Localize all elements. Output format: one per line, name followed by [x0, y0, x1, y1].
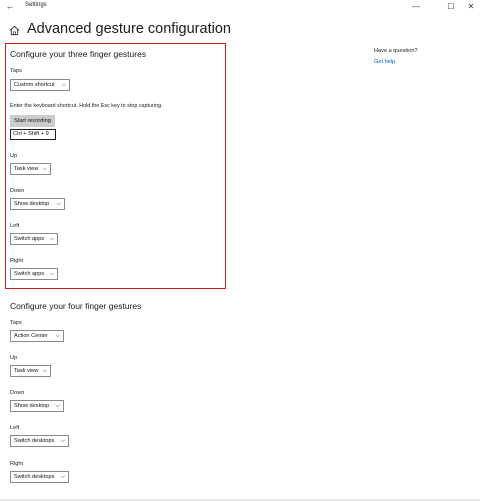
- four-finger-right-label: Right: [10, 461, 24, 467]
- chevron-down-icon: ⌵: [55, 333, 60, 339]
- dropdown-value: Action Center: [14, 333, 48, 339]
- four-finger-section-title: Configure your four finger gestures: [10, 301, 142, 311]
- dropdown-value: Custom shortcut: [14, 82, 55, 88]
- maximize-button[interactable]: ☐: [440, 0, 462, 13]
- chevron-down-icon: ⌵: [60, 438, 65, 444]
- chevron-down-icon: ⌵: [42, 368, 47, 374]
- four-finger-left-dropdown[interactable]: Switch desktops ⌵: [10, 435, 69, 447]
- three-finger-down-label: Down: [10, 188, 25, 194]
- three-finger-taps-dropdown[interactable]: Custom shortcut ⌵: [10, 79, 70, 91]
- three-finger-section-title: Configure your three finger gestures: [10, 49, 147, 59]
- four-finger-up-label: Up: [10, 355, 18, 361]
- back-arrow-icon[interactable]: ←: [4, 0, 16, 12]
- shortcut-instructions: Enter the keyboard shortcut. Hold the Es…: [10, 103, 163, 109]
- four-finger-right-dropdown[interactable]: Switch desktops ⌵: [10, 471, 69, 483]
- chevron-down-icon: ⌵: [61, 82, 66, 88]
- close-button[interactable]: ✕: [460, 0, 480, 13]
- minimize-button[interactable]: —: [405, 0, 427, 13]
- chevron-down-icon: ⌵: [49, 271, 54, 277]
- three-finger-right-dropdown[interactable]: Switch apps ⌵: [10, 268, 58, 280]
- three-finger-right-label: Right: [10, 258, 24, 264]
- three-finger-left-dropdown[interactable]: Switch apps ⌵: [10, 233, 58, 245]
- help-title: Have a question?: [374, 48, 418, 54]
- home-icon[interactable]: [9, 25, 20, 36]
- four-finger-left-label: Left: [10, 425, 20, 431]
- chevron-down-icon: ⌵: [42, 166, 47, 172]
- dropdown-value: Switch apps: [14, 236, 45, 242]
- start-recording-button[interactable]: Start recording: [10, 115, 55, 127]
- dropdown-value: Task view: [14, 368, 39, 374]
- four-finger-down-label: Down: [10, 390, 25, 396]
- four-finger-down-dropdown[interactable]: Show desktop ⌵: [10, 400, 64, 412]
- dropdown-value: Show desktop: [14, 403, 50, 409]
- page-title: Advanced gesture configuration: [27, 21, 231, 37]
- three-finger-up-label: Up: [10, 153, 18, 159]
- three-finger-left-label: Left: [10, 223, 20, 229]
- page-header: Advanced gesture configuration: [0, 18, 480, 42]
- chevron-down-icon: ⌵: [55, 403, 60, 409]
- get-help-link[interactable]: Get help: [374, 59, 395, 65]
- four-finger-taps-label: Taps: [10, 320, 22, 326]
- three-finger-up-dropdown[interactable]: Task view ⌵: [10, 163, 51, 175]
- four-finger-up-dropdown[interactable]: Task view ⌵: [10, 365, 51, 377]
- chevron-down-icon: ⌵: [49, 236, 54, 242]
- chevron-down-icon: ⌵: [60, 474, 65, 480]
- chevron-down-icon: ⌵: [56, 201, 61, 207]
- app-title: Settings: [25, 2, 47, 8]
- dropdown-value: Show desktop: [14, 201, 50, 207]
- dropdown-value: Switch desktops: [14, 474, 55, 480]
- dropdown-value: Switch desktops: [14, 438, 55, 444]
- three-finger-taps-label: Taps: [10, 68, 22, 74]
- shortcut-input[interactable]: Ctrl + Shift + 9: [10, 129, 56, 140]
- dropdown-value: Task view: [14, 166, 39, 172]
- settings-window: ← Settings — ☐ ✕ Advanced gesture config…: [0, 0, 480, 501]
- dropdown-value: Switch apps: [14, 271, 45, 277]
- title-bar: ← Settings — ☐ ✕: [0, 0, 480, 14]
- three-finger-down-dropdown[interactable]: Show desktop ⌵: [10, 198, 65, 210]
- four-finger-taps-dropdown[interactable]: Action Center ⌵: [10, 330, 64, 342]
